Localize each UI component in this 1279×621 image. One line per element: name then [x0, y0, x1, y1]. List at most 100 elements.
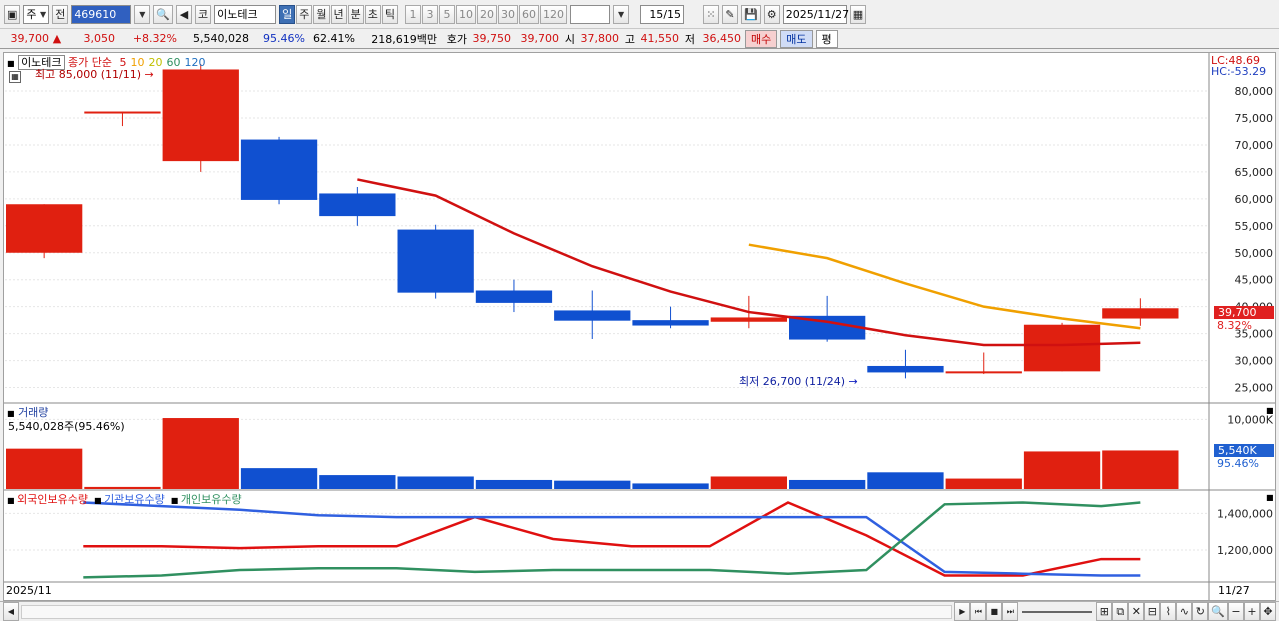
volume-bar	[945, 478, 1022, 489]
stock-code-input[interactable]: 469610	[71, 4, 132, 24]
open-price: 37,800	[580, 32, 620, 45]
save-icon[interactable]: 💾	[741, 4, 761, 24]
price-tick-label: 60,000	[1235, 193, 1274, 206]
stop-icon[interactable]: ■	[986, 602, 1003, 621]
quote-bar: 39,700 ▲ 3,050 +8.32% 5,540,028 95.46% 6…	[0, 29, 1279, 49]
compare-icon[interactable]: ⧉	[1112, 602, 1129, 621]
minute-option-120[interactable]: 120	[540, 4, 568, 24]
grid-icon[interactable]: ⁙	[703, 4, 720, 24]
interval-dropdown[interactable]: ▼	[613, 4, 630, 24]
expand-icon[interactable]: ✥	[1260, 602, 1276, 621]
candle-body	[632, 320, 709, 326]
turnover-rate: 62.41%	[313, 32, 355, 45]
volume-info: 5,540,028주(95.46%)	[8, 420, 125, 433]
period-tab-4[interactable]: 분	[347, 4, 364, 24]
bid-price: 39,700	[520, 32, 560, 45]
stock-name-field[interactable]: 이노테크	[214, 4, 277, 24]
panel-close-icon-2[interactable]: ■	[1266, 493, 1274, 502]
price-tick-label: 65,000	[1235, 166, 1274, 179]
volume-bar	[162, 418, 239, 489]
volume-bar	[6, 448, 83, 489]
period-tab-6[interactable]: 틱	[381, 4, 399, 24]
high-price: 41,550	[640, 32, 680, 45]
window-menu-icon[interactable]: ▣	[4, 4, 21, 24]
market-prefix[interactable]: 코	[195, 4, 212, 24]
pattern-icon[interactable]: ⌇	[1160, 602, 1177, 621]
cross-icon[interactable]: ✕	[1128, 602, 1145, 621]
ma-period-60: 60	[166, 56, 181, 69]
panel-close-icon[interactable]: ■	[1266, 406, 1274, 415]
open-label: 시	[564, 32, 575, 46]
start-month-label: 2025/11	[6, 584, 52, 597]
zoom-in-icon[interactable]: +	[1244, 602, 1260, 621]
minute-option-5[interactable]: 5	[439, 4, 456, 24]
candle-body	[397, 229, 474, 293]
holder-tick-label: 1,200,000	[1217, 544, 1273, 557]
price-tick-label: 30,000	[1235, 355, 1274, 368]
ma10-line	[748, 243, 1141, 330]
period-tab-2[interactable]: 월	[313, 4, 330, 24]
sell-button[interactable]: 매도	[780, 29, 813, 48]
dropdown-button[interactable]: ▼	[134, 4, 151, 24]
chart-area[interactable]: 25,00030,00035,00040,00045,00050,00055,0…	[3, 52, 1276, 601]
volume-bar	[475, 479, 553, 489]
zoom-slider[interactable]	[1022, 610, 1093, 613]
zoom-out-icon[interactable]: −	[1228, 602, 1244, 621]
minute-option-10[interactable]: 10	[456, 4, 477, 24]
minute-option-60[interactable]: 60	[519, 4, 540, 24]
gear-icon[interactable]: ⚙	[763, 4, 780, 24]
scroll-right-icon[interactable]: ▶	[954, 602, 971, 621]
chart-canvas[interactable]: 25,00030,00035,00040,00045,00050,00055,0…	[4, 53, 1275, 600]
speaker-icon[interactable]: ◀	[176, 4, 193, 24]
grid-view-icon[interactable]: ⊞	[1096, 602, 1113, 621]
period-tab-0[interactable]: 일	[279, 4, 296, 24]
period-tab-3[interactable]: 년	[330, 4, 347, 24]
volume: 5,540,028	[193, 32, 249, 45]
candle-body	[867, 365, 944, 373]
buy-button[interactable]: 매수	[745, 29, 778, 48]
date-field[interactable]: 2025/11/27	[782, 4, 849, 24]
eval-button[interactable]: 평	[815, 29, 838, 48]
volume-bar	[1102, 450, 1179, 489]
volume-pct-tag: 95.46%	[1217, 457, 1259, 470]
horizontal-scrollbar[interactable]	[21, 604, 953, 619]
minute-option-1[interactable]: 1	[405, 4, 422, 24]
candle-body	[1102, 308, 1179, 319]
wave-icon[interactable]: ∿	[1176, 602, 1193, 621]
search-icon[interactable]: 🔍	[1208, 602, 1228, 621]
refresh-icon[interactable]: ↻	[1192, 602, 1209, 621]
holder-series-2: ■ 개인보유수량	[170, 493, 242, 506]
minute-option-30[interactable]: 30	[498, 4, 519, 24]
last-page-icon[interactable]: ⏭	[1002, 602, 1019, 621]
count-field[interactable]: 15/15	[640, 4, 685, 24]
current-price-tag: 39,700	[1214, 306, 1274, 319]
measure-icon[interactable]: ⊟	[1144, 602, 1161, 621]
calendar-icon[interactable]: ▦	[849, 4, 867, 24]
bottom-bar: ◀ ▶ ⏮ ■ ⏭ ⊞ ⧉ ✕ ⊟ ⌇ ∿ ↻ 🔍 − + ✥	[0, 601, 1279, 621]
period-tab-5[interactable]: 초	[364, 4, 381, 24]
volume-bar	[554, 480, 631, 489]
magnifier-icon[interactable]: 🔍	[153, 4, 174, 24]
volume-bar	[632, 483, 709, 489]
period-tab-1[interactable]: 주	[296, 4, 313, 24]
end-date-label: 11/27	[1218, 584, 1250, 597]
current-price: 39,700	[10, 32, 50, 45]
candle-body	[84, 111, 161, 114]
prev-button[interactable]: 전	[52, 4, 69, 24]
holder-series-0: ■ 외국인보유수량	[7, 493, 88, 506]
candle-body	[162, 69, 239, 162]
minute-option-3[interactable]: 3	[422, 4, 439, 24]
price-tick-label: 70,000	[1235, 139, 1274, 152]
market-type-select[interactable]: 주 ▼	[23, 4, 50, 24]
draw-icon[interactable]: ✎	[722, 4, 739, 24]
current-pct-tag: 8.32%	[1217, 319, 1252, 332]
calculator-icon[interactable]: ▦	[9, 71, 21, 83]
first-page-icon[interactable]: ⏮	[970, 602, 987, 621]
candle-body	[710, 317, 787, 322]
candle-body	[240, 139, 318, 200]
volume-bar	[1023, 451, 1101, 489]
minute-option-20[interactable]: 20	[477, 4, 498, 24]
interval-input[interactable]	[570, 4, 611, 24]
scroll-left-icon[interactable]: ◀	[3, 602, 19, 621]
low-price: 36,450	[702, 32, 742, 45]
